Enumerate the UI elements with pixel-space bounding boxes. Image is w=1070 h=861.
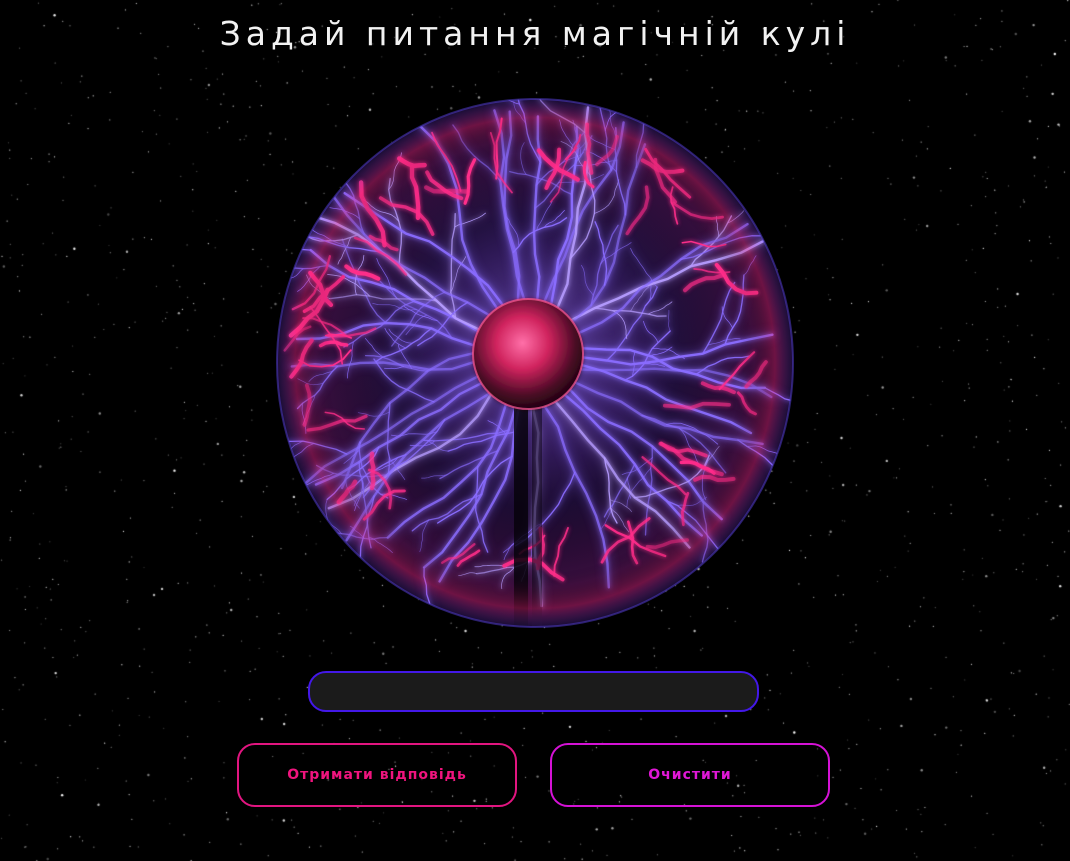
clear-button[interactable]: Очистити (550, 743, 830, 807)
page-title: Задай питання магічній кулі (219, 14, 851, 53)
question-input[interactable] (308, 671, 759, 712)
get-answer-button[interactable]: Отримати відповідь (237, 743, 517, 807)
plasma-ball-image (270, 96, 800, 631)
